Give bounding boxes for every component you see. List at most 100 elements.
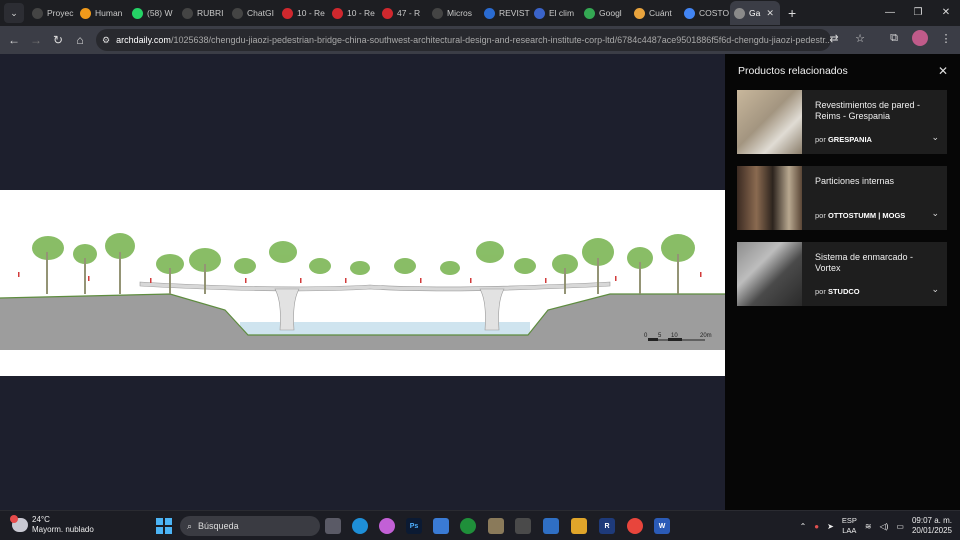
browser-tab[interactable]: Human — [76, 1, 128, 25]
word-icon[interactable]: W — [654, 518, 670, 534]
close-icon[interactable]: ✕ — [938, 64, 948, 78]
chevron-up-icon[interactable]: ⌃ — [800, 522, 807, 531]
chrome-icon[interactable] — [627, 518, 643, 534]
browser-tab[interactable]: (58) W — [128, 1, 178, 25]
browser-tab[interactable]: 47 - R — [378, 1, 428, 25]
product-thumbnail — [737, 166, 802, 230]
window-app-icon[interactable] — [543, 518, 559, 534]
tab-label: 10 - Re — [347, 8, 375, 18]
language-indicator[interactable]: ESP LAA — [842, 516, 857, 536]
tab-label: Micros — [447, 8, 473, 18]
browser-tab[interactable]: Micros — [428, 1, 480, 25]
address-path: /1025638/chengdu-jiaozi-pedestrian-bridg… — [170, 35, 831, 45]
tab-label: RUBRI — [197, 8, 224, 18]
address-bar[interactable]: ⚙ archdaily.com/1025638/chengdu-jiaozi-p… — [96, 29, 831, 51]
scale-label-10: 10 — [671, 333, 678, 339]
chatgpt-icon — [32, 7, 43, 19]
search-placeholder: Búsqueda — [198, 521, 239, 531]
product-brand: por GRESPANIA — [815, 135, 872, 144]
translate-icon[interactable]: ⇄ — [826, 32, 842, 45]
home-icon[interactable]: ⌂ — [69, 33, 91, 47]
app-icon[interactable] — [515, 518, 531, 534]
browser-toolbar: ← → ↻ ⌂ ⚙ archdaily.com/1025638/chengdu-… — [0, 26, 960, 54]
product-card[interactable]: Revestimientos de pared - Reims - Grespa… — [737, 90, 947, 154]
volume-icon[interactable]: ◁) — [880, 522, 889, 531]
autocad-icon[interactable] — [433, 518, 449, 534]
product-name: Particiones internas — [815, 176, 895, 186]
tab-label: Ga — [749, 8, 761, 18]
tab-label: REVIST — [499, 8, 530, 18]
copilot-icon[interactable] — [379, 518, 395, 534]
browser-tab[interactable]: El clim — [530, 1, 580, 25]
google-icon — [684, 7, 695, 19]
pdf-icon — [382, 7, 393, 19]
tab-search-button[interactable]: ⌄ — [4, 3, 24, 23]
product-card[interactable]: Sistema de enmarcado - Vortex por STUDCO… — [737, 242, 947, 306]
chevron-down-icon[interactable]: ⌄ — [931, 284, 939, 295]
revit-icon[interactable]: R — [599, 518, 615, 534]
minimize-icon[interactable]: — — [876, 0, 904, 26]
weather-widget[interactable]: 24°C Mayorm. nublado — [10, 515, 94, 535]
xbox-icon[interactable] — [460, 518, 476, 534]
whatsapp-icon — [132, 7, 143, 19]
chatgpt-icon — [232, 7, 243, 19]
browser-tab[interactable]: 10 - Re — [278, 1, 328, 25]
clock[interactable]: 09:07 a. m. 20/01/2025 — [912, 516, 952, 536]
tab-label: Human — [95, 8, 123, 18]
amazon-icon — [80, 7, 91, 19]
browser-tab[interactable]: Googl — [580, 1, 630, 25]
product-card[interactable]: Particiones internas por OTTOSTUMM | MOG… — [737, 166, 947, 230]
chatgpt-icon — [432, 7, 443, 19]
scale-label-20m: 20m — [700, 333, 712, 339]
forward-arrow-icon[interactable]: → — [25, 33, 47, 47]
address-host: archdaily.com — [116, 35, 171, 45]
tab-label: El clim — [549, 8, 575, 18]
windows-taskbar: 24°C Mayorm. nublado ⌕ Búsqueda Ps R W ⌃… — [0, 510, 960, 540]
weather-site-icon — [534, 7, 545, 19]
browser-tab[interactable]: COSTO — [680, 1, 730, 25]
section-drawing-image: 0 5 10 20m — [0, 190, 725, 376]
file-explorer-icon[interactable] — [571, 518, 587, 534]
system-tray: ⌃ ● ➤ ESP LAA ≋ ◁) ▭ 09:07 a. m. 20/01/2… — [800, 516, 952, 536]
browser-tab[interactable]: Ga ✕ — [730, 1, 780, 25]
back-arrow-icon[interactable]: ← — [3, 33, 25, 47]
more-menu-icon[interactable]: ⋮ — [938, 32, 954, 45]
edge-icon[interactable] — [352, 518, 368, 534]
windows-start-icon[interactable] — [156, 518, 172, 534]
task-view-icon[interactable] — [325, 518, 341, 534]
bookmark-star-icon[interactable]: ☆ — [852, 32, 868, 45]
toolbar-actions: ⇄ ☆ ⧉ ⋮ — [826, 30, 954, 46]
restore-icon[interactable]: ❐ — [904, 0, 932, 26]
site-info-icon[interactable]: ⚙ — [102, 35, 110, 46]
send-icon[interactable]: ➤ — [827, 522, 834, 531]
time: 09:07 a. m. — [911, 516, 952, 525]
browser-tab[interactable]: ChatGI — [228, 1, 278, 25]
taskbar-search[interactable]: ⌕ Búsqueda — [180, 516, 320, 536]
chevron-down-icon[interactable]: ⌄ — [931, 208, 939, 219]
photoshop-icon[interactable]: Ps — [406, 518, 422, 534]
bridge-section-drawing: 0 5 10 20m — [0, 233, 725, 350]
close-tab-icon[interactable]: ✕ — [766, 8, 774, 19]
tab-label: (58) W — [147, 8, 173, 18]
weather-desc: Mayorm. nublado — [32, 525, 94, 534]
browser-tab[interactable]: Cuánt — [630, 1, 680, 25]
extensions-icon[interactable]: ⧉ — [886, 32, 902, 45]
chevron-down-icon[interactable]: ⌄ — [931, 132, 939, 143]
browser-tab[interactable]: RUBRI — [178, 1, 228, 25]
new-tab-button[interactable]: + — [788, 5, 796, 21]
product-thumbnail — [737, 90, 802, 154]
network-alert-icon[interactable]: ● — [814, 522, 819, 531]
reload-icon[interactable]: ↻ — [47, 33, 69, 47]
product-name: Sistema de enmarcado - Vortex — [815, 252, 914, 273]
store-icon[interactable] — [488, 518, 504, 534]
cloud-icon — [10, 515, 28, 532]
date: 20/01/2025 — [911, 526, 952, 535]
close-window-icon[interactable]: ✕ — [932, 0, 960, 26]
profile-avatar[interactable] — [912, 30, 928, 46]
wifi-icon[interactable]: ≋ — [865, 522, 872, 531]
browser-tab[interactable]: Proyec — [28, 1, 76, 25]
browser-tab[interactable]: REVIST — [480, 1, 530, 25]
tab-label: Googl — [599, 8, 622, 18]
browser-tab[interactable]: 10 - Re — [328, 1, 378, 25]
battery-icon[interactable]: ▭ — [896, 522, 904, 531]
